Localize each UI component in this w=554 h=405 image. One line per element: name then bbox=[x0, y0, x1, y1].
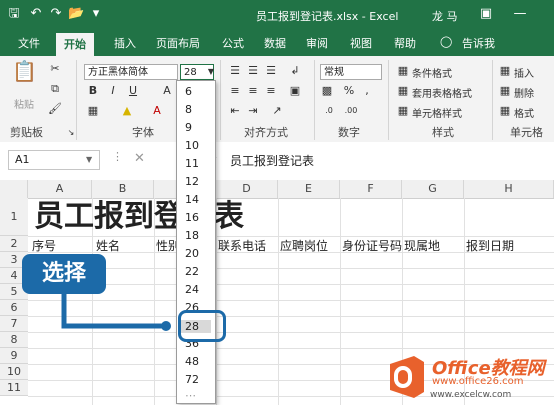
site-url: www.excelcw.com bbox=[430, 390, 512, 400]
callout-highlight bbox=[178, 310, 226, 342]
office-logo-icon bbox=[390, 356, 424, 398]
callout-label: 选择 bbox=[22, 254, 106, 294]
callout-connector bbox=[61, 291, 171, 331]
watermark-logo: Office教程网 www.office26.com www.excelcw.c… bbox=[384, 352, 554, 404]
brand-url: www.office26.com bbox=[432, 376, 524, 387]
